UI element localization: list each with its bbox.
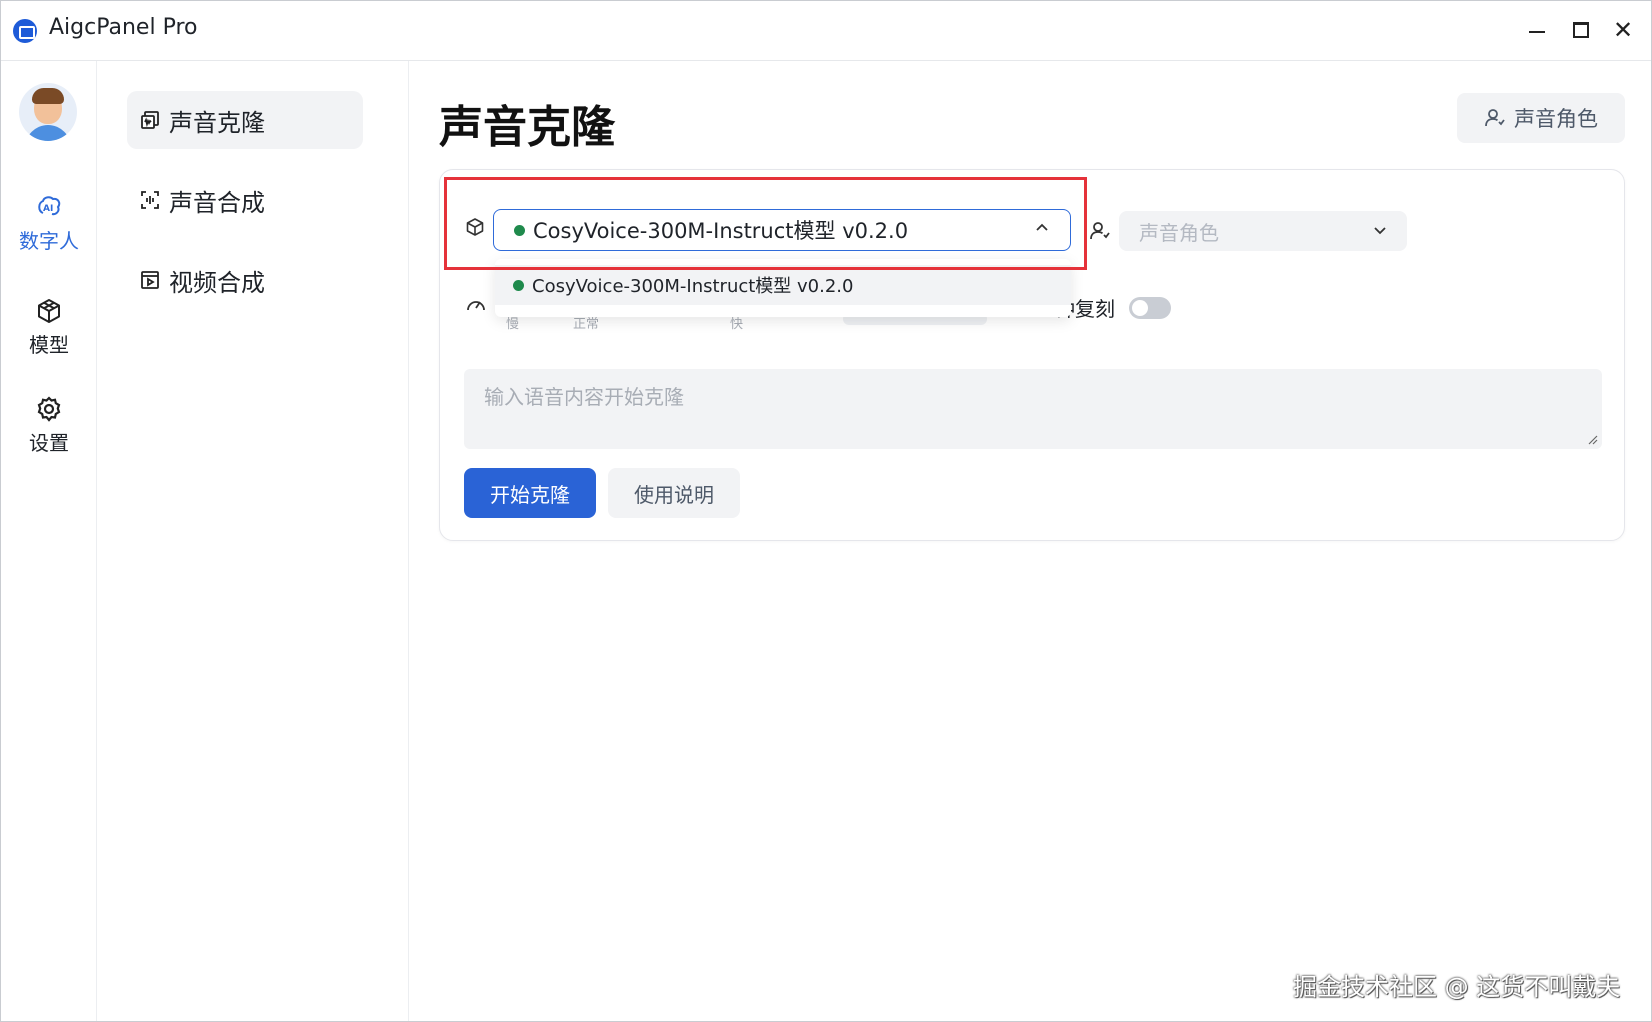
rail-item-label: 模型	[29, 333, 69, 357]
rail-item-label: 设置	[29, 431, 69, 455]
sidebar-item-label: 视频合成	[169, 268, 265, 297]
user-voice-icon	[1090, 222, 1110, 240]
model-select-value: CosyVoice-300M-Instruct模型 v0.2.0	[533, 219, 909, 243]
gear-icon	[37, 396, 61, 422]
sidebar-item-label: 声音合成	[169, 188, 265, 217]
maximize-icon	[1573, 22, 1589, 38]
avatar[interactable]	[19, 83, 77, 141]
minimize-button[interactable]	[1522, 15, 1552, 45]
model-dropdown-menu: CosyVoice-300M-Instruct模型 v0.2.0	[495, 259, 1071, 317]
ai-icon: AI	[38, 196, 61, 216]
voice-content-textarea[interactable]: 输入语音内容开始克隆	[464, 369, 1602, 449]
close-button[interactable]: ✕	[1608, 15, 1638, 45]
start-clone-button[interactable]: 开始克隆	[464, 468, 596, 518]
help-button[interactable]: 使用说明	[608, 468, 740, 518]
model-option-label: CosyVoice-300M-Instruct模型 v0.2.0	[532, 276, 854, 297]
voice-role-button[interactable]: 声音角色	[1457, 93, 1625, 143]
rail-item-settings[interactable]: 设置	[1, 395, 97, 456]
resize-handle-icon[interactable]	[1586, 433, 1598, 445]
model-status-dot	[513, 279, 524, 291]
rail-item-model[interactable]: 模型	[1, 297, 97, 358]
svg-text:AI: AI	[43, 204, 53, 214]
secondary-sidebar: 声音克隆 声音合成 视频合成	[97, 61, 409, 1021]
speed-gauge-icon	[467, 301, 485, 311]
model-select[interactable]: CosyVoice-300M-Instruct模型 v0.2.0	[493, 209, 1071, 251]
maximize-button[interactable]	[1566, 15, 1596, 45]
app-title: AigcPanel Pro	[49, 15, 198, 40]
voice-role-button-label: 声音角色	[1514, 107, 1598, 131]
sidebar-item-label: 声音克隆	[169, 108, 265, 137]
title-bar: AigcPanel Pro ✕	[1, 1, 1651, 61]
video-synthesis-icon	[141, 271, 159, 289]
clone-toggle[interactable]	[1129, 297, 1171, 319]
model-cube-icon	[466, 218, 484, 236]
cube-icon	[38, 299, 60, 323]
chevron-down-icon	[1374, 227, 1386, 235]
page-title: 声音克隆	[439, 102, 615, 153]
app-window: AigcPanel Pro ✕ AI 数字人 模型 设置 声音克隆 声音合成 视…	[0, 0, 1652, 1022]
app-logo-icon	[13, 19, 37, 43]
sidebar-item-voice-clone[interactable]: 声音克隆	[127, 91, 363, 149]
user-voice-icon	[1485, 109, 1505, 127]
voice-clone-icon	[141, 111, 159, 129]
sidebar-item-voice-synthesis[interactable]: 声音合成	[127, 171, 363, 229]
textarea-placeholder: 输入语音内容开始克隆	[484, 385, 684, 409]
voice-role-select[interactable]: 声音角色	[1119, 211, 1407, 251]
minimize-icon	[1529, 31, 1545, 33]
rail-item-digital-human[interactable]: AI 数字人	[1, 193, 97, 254]
voice-synthesis-icon	[141, 191, 159, 209]
primary-nav-rail: AI 数字人 模型 设置	[1, 61, 97, 1021]
watermark-text: 掘金技术社区 @ 这货不叫戴夫	[1293, 973, 1621, 1001]
chevron-up-icon	[1036, 223, 1048, 231]
rail-item-label: 数字人	[19, 229, 79, 253]
model-status-dot	[514, 224, 525, 236]
model-option[interactable]: CosyVoice-300M-Instruct模型 v0.2.0	[495, 265, 1071, 305]
sidebar-item-video-synthesis[interactable]: 视频合成	[127, 251, 363, 309]
voice-role-placeholder: 声音角色	[1139, 220, 1219, 245]
